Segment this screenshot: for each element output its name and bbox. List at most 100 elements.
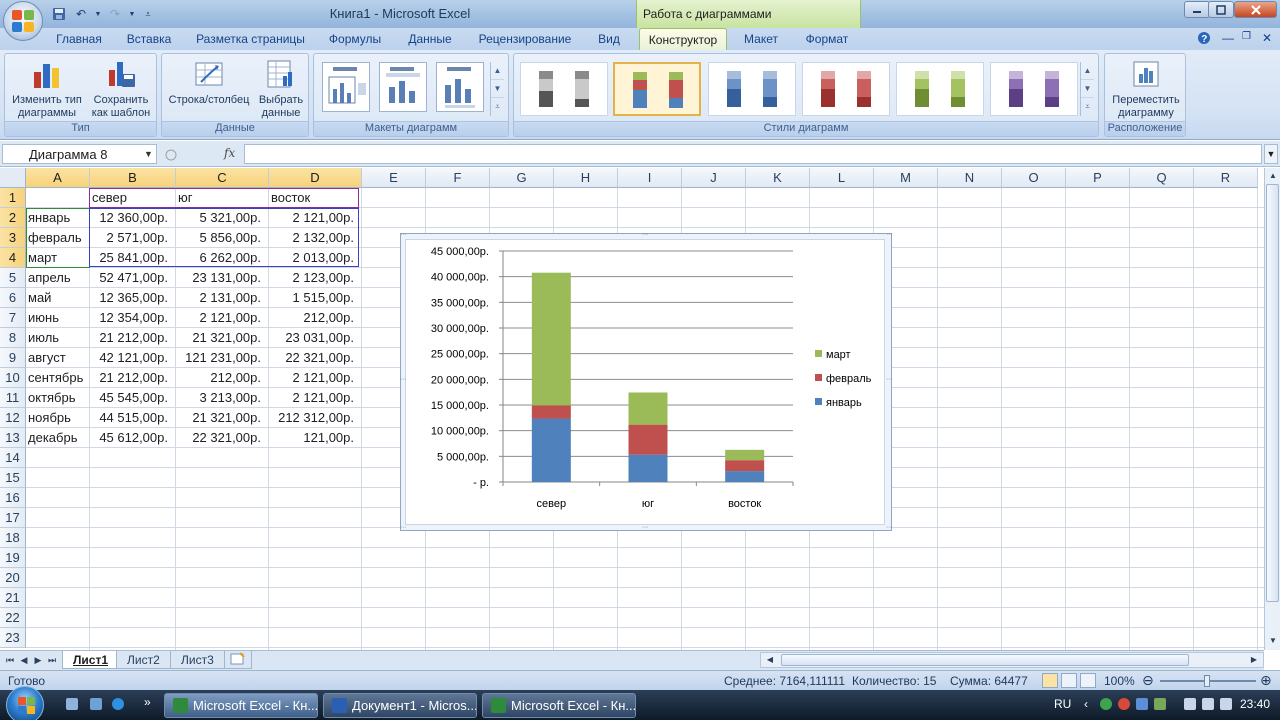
minimize-button[interactable] (1184, 1, 1210, 18)
cell-b7[interactable]: 12 354,00р. (90, 308, 175, 328)
start-button[interactable] (6, 686, 44, 720)
cell-d12[interactable]: 212 312,00р. (269, 408, 361, 428)
cell-a8[interactable]: июль (26, 328, 89, 348)
first-sheet-icon[interactable]: ⏮ (4, 654, 16, 667)
close-button[interactable] (1234, 1, 1277, 18)
row-header-12[interactable]: 12 (0, 408, 26, 428)
row-header-21[interactable]: 21 (0, 588, 26, 608)
zoom-slider-thumb[interactable] (1204, 675, 1210, 687)
row-header-2[interactable]: 2 (0, 208, 26, 228)
gallery-more-icon[interactable]: ⩡ (491, 98, 504, 116)
zoom-in-icon[interactable]: ⊕ (1260, 672, 1272, 689)
scroll-up-icon[interactable]: ▲ (491, 62, 504, 80)
cell-d8[interactable]: 23 031,00р. (269, 328, 361, 348)
styles-gallery-scroll[interactable]: ▲ ▼ ⩡ (1080, 62, 1094, 116)
row-header-13[interactable]: 13 (0, 428, 26, 448)
cell-c7[interactable]: 2 121,00р. (176, 308, 268, 328)
tab-home[interactable]: Главная (48, 28, 110, 50)
column-header-r[interactable]: R (1194, 168, 1258, 188)
row-header-3[interactable]: 3 (0, 228, 26, 248)
volume-icon[interactable] (1202, 698, 1214, 710)
chart-resize-handle[interactable]: ⋯ (400, 525, 406, 531)
tray-app-icon[interactable] (1136, 698, 1148, 710)
normal-view-icon[interactable] (1042, 673, 1058, 688)
scroll-down-icon[interactable]: ▼ (1266, 634, 1280, 648)
column-header-b[interactable]: B (90, 168, 176, 188)
column-header-i[interactable]: I (618, 168, 682, 188)
tray-app-icon[interactable] (1154, 698, 1166, 710)
chart-resize-handle[interactable]: ⋯ (400, 232, 406, 238)
name-box[interactable]: Диаграмма 8 (2, 144, 157, 164)
zoom-level[interactable]: 100% (1104, 674, 1135, 688)
column-header-c[interactable]: C (176, 168, 269, 188)
workbook-restore-icon[interactable]: ❐ (1242, 31, 1251, 42)
cell-c9[interactable]: 121 231,00р. (176, 348, 268, 368)
horizontal-scroll-thumb[interactable] (781, 654, 1189, 666)
cell-b5[interactable]: 52 471,00р. (90, 268, 175, 288)
sheet-tab-1[interactable]: Лист1 (62, 651, 120, 669)
cell-a11[interactable]: октябрь (26, 388, 89, 408)
cell-c8[interactable]: 21 321,00р. (176, 328, 268, 348)
sheet-tab-2[interactable]: Лист2 (116, 651, 171, 669)
select-all-corner[interactable] (0, 168, 26, 188)
cell-a7[interactable]: июнь (26, 308, 89, 328)
cell-a9[interactable]: август (26, 348, 89, 368)
column-header-j[interactable]: J (682, 168, 746, 188)
cell-b6[interactable]: 12 365,00р. (90, 288, 175, 308)
column-header-a[interactable]: A (26, 168, 90, 188)
horizontal-scrollbar[interactable]: ◀ ▶ (760, 652, 1264, 668)
column-header-n[interactable]: N (938, 168, 1002, 188)
column-header-d[interactable]: D (269, 168, 362, 188)
chart-resize-handle[interactable]: ⋯ (886, 232, 892, 238)
cell-b12[interactable]: 44 515,00р. (90, 408, 175, 428)
chart-resize-handle[interactable]: ⋯ (886, 525, 892, 531)
window-switch-icon[interactable] (90, 698, 102, 710)
tab-insert[interactable]: Вставка (118, 28, 180, 50)
cell-c13[interactable]: 22 321,00р. (176, 428, 268, 448)
select-data-button[interactable]: Выбрать данные (254, 56, 308, 120)
row-header-9[interactable]: 9 (0, 348, 26, 368)
chart-resize-handle[interactable]: ⋯ (642, 525, 648, 531)
expand-formula-bar-icon[interactable]: ▼ (1264, 144, 1278, 164)
workbook-close-icon[interactable]: ✕ (1262, 31, 1272, 45)
tray-app-icon[interactable] (1118, 698, 1130, 710)
row-header-18[interactable]: 18 (0, 528, 26, 548)
row-header-23[interactable]: 23 (0, 628, 26, 648)
chart-style-gray[interactable] (520, 62, 608, 116)
last-sheet-icon[interactable]: ⏭ (46, 654, 58, 667)
sheet-tab-3[interactable]: Лист3 (170, 651, 225, 669)
tab-page-layout[interactable]: Разметка страницы (188, 28, 313, 50)
cell-c10[interactable]: 212,00р. (176, 368, 268, 388)
cell-a5[interactable]: апрель (26, 268, 89, 288)
office-button[interactable] (3, 1, 43, 41)
tab-design[interactable]: Конструктор (639, 28, 727, 50)
scroll-down-icon[interactable]: ▼ (1081, 80, 1094, 98)
column-header-l[interactable]: L (810, 168, 874, 188)
stacked-column-chart[interactable]: - р. 5 000,00р. 10 000,00р. 15 000,00р. 20 0… (405, 239, 885, 525)
cell-c5[interactable]: 23 131,00р. (176, 268, 268, 288)
cell-b11[interactable]: 45 545,00р. (90, 388, 175, 408)
row-header-17[interactable]: 17 (0, 508, 26, 528)
chart-layout-1[interactable] (322, 62, 370, 112)
clock[interactable]: 23:40 (1240, 697, 1270, 711)
cell-b13[interactable]: 45 612,00р. (90, 428, 175, 448)
save-as-template-button[interactable]: Сохранить как шаблон (87, 56, 155, 120)
row-header-8[interactable]: 8 (0, 328, 26, 348)
cell-c11[interactable]: 3 213,00р. (176, 388, 268, 408)
cell-b8[interactable]: 21 212,00р. (90, 328, 175, 348)
formula-bar-resize-icon[interactable] (164, 148, 178, 162)
cell-a12[interactable]: ноябрь (26, 408, 89, 428)
tray-app-icon[interactable] (1100, 698, 1112, 710)
chart-layout-2[interactable] (379, 62, 427, 112)
task-excel-2[interactable]: Microsoft Excel - Кн... (482, 693, 636, 718)
scroll-up-icon[interactable]: ▲ (1266, 169, 1280, 183)
next-sheet-icon[interactable]: ▶ (32, 654, 44, 667)
insert-function-button[interactable]: fx (224, 146, 235, 160)
move-chart-button[interactable]: Переместить диаграмму (1107, 56, 1185, 120)
cell-c12[interactable]: 21 321,00р. (176, 408, 268, 428)
row-header-15[interactable]: 15 (0, 468, 26, 488)
column-header-p[interactable]: P (1066, 168, 1130, 188)
row-header-22[interactable]: 22 (0, 608, 26, 628)
insert-sheet-icon[interactable] (224, 651, 252, 669)
cell-d10[interactable]: 2 121,00р. (269, 368, 361, 388)
